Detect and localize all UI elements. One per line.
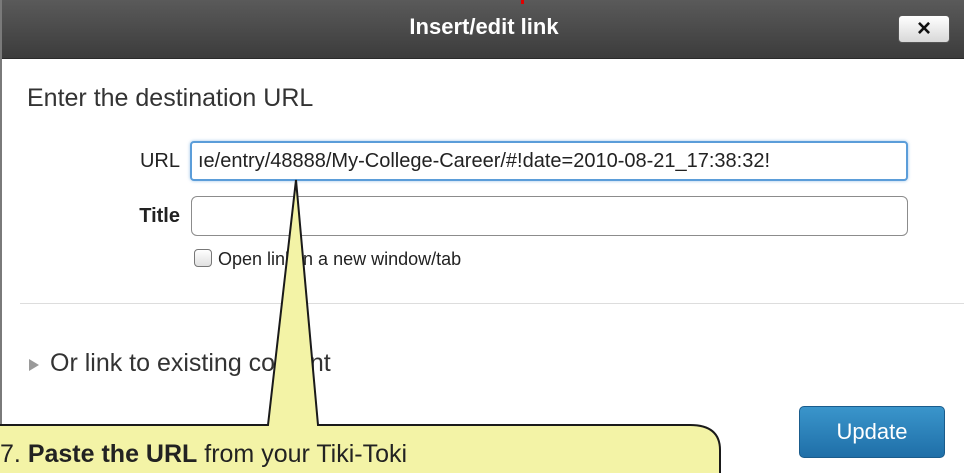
callout-step: 7. bbox=[0, 440, 21, 468]
callout-bold: Paste the URL bbox=[27, 440, 198, 468]
callout-text: 7. Paste the URL from your Tiki-Toki bbox=[0, 440, 407, 469]
callout-rest: from your Tiki-Toki bbox=[204, 440, 408, 468]
callout-bubble bbox=[0, 179, 721, 473]
